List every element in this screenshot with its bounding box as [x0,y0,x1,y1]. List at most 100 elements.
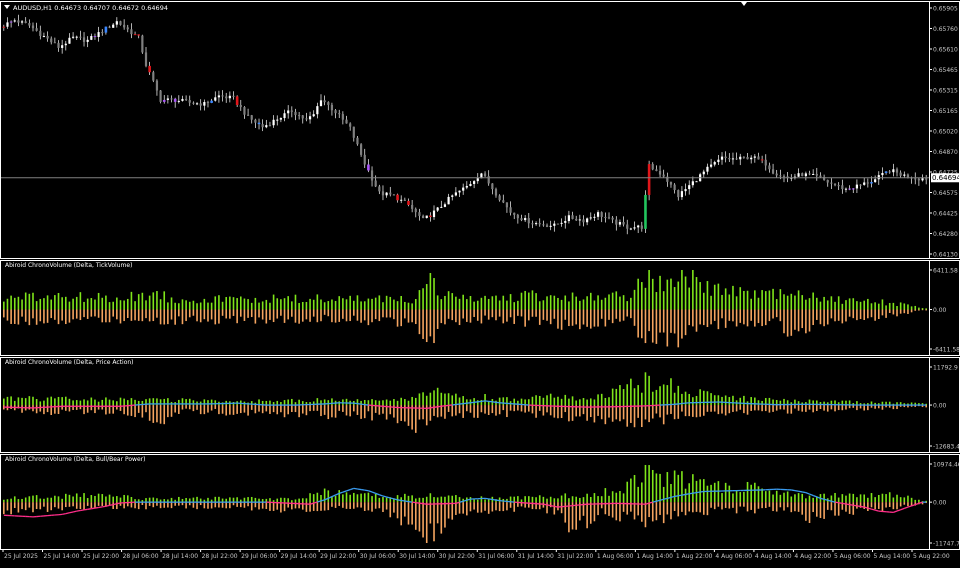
delta-down-bar [499,502,501,511]
time-tick-label: 25 Jul 22:00 [83,553,119,560]
tick-volume-title: Abiroid ChronoVolume (Delta, TickVolume) [5,262,132,269]
scroll-marker-icon[interactable] [741,2,747,6]
delta-up-bar [32,397,34,405]
delta-up-bar [419,498,421,502]
candle [816,168,818,181]
delta-up-bar [641,393,643,405]
delta-up-bar [120,398,122,405]
delta-down-bar [43,310,45,324]
delta-down-bar [149,405,151,421]
delta-down-bar [280,405,282,412]
delta-down-bar [320,405,322,416]
delta-up-bar [823,297,825,310]
delta-down-bar [528,310,530,321]
candle [123,19,125,29]
delta-down-bar [564,310,566,320]
delta-up-bar [466,299,468,309]
delta-down-bar [827,405,829,412]
delta-up-bar [543,398,545,405]
delta-up-bar [608,496,610,502]
delta-line-segment [412,502,416,503]
delta-up-bar [335,496,337,502]
delta-up-bar [18,297,20,310]
delta-down-bar [379,502,381,508]
price-pane[interactable]: 0.659050.657600.656100.654650.653150.651… [1,2,960,258]
delta-up-bar [101,494,103,502]
delta-line-segment [551,506,555,507]
delta-down-bar [430,310,432,337]
delta-up-bar [120,300,122,309]
delta-down-bar [554,502,556,514]
indicator-pane-price-action[interactable]: 11792.90.00-12683.42 Abiroid ChronoVolum… [3,359,960,450]
delta-down-bar [918,310,920,311]
price-candles [3,15,928,235]
delta-up-bar [233,498,235,502]
candle [520,215,522,221]
delta-down-bar [196,405,198,410]
delta-line-segment [110,505,114,506]
delta-down-bar [189,310,191,318]
delta-down-bar [196,310,198,322]
delta-down-bar [160,502,162,508]
candle [200,99,202,110]
delta-down-bar [386,502,388,509]
indicator-pane-tick-volume[interactable]: 6411.580.00-6411.58 Abiroid ChronoVolume… [3,262,960,353]
delta-up-bar [623,493,625,502]
delta-up-bar [554,296,556,310]
candle [819,172,821,177]
delta-up-bar [502,397,504,405]
delta-up-bar [874,302,876,309]
delta-down-bar [346,310,348,322]
delta-up-bar [769,290,771,309]
candle [331,103,333,116]
delta-up-bar [94,300,96,310]
delta-up-bar [3,399,5,406]
delta-down-bar [214,310,216,325]
delta-down-bar [907,502,909,506]
delta-down-bar [80,502,82,509]
delta-down-bar [645,502,647,527]
time-tick-label: 4 Aug 22:00 [794,553,831,560]
delta-up-bar [561,300,563,310]
delta-down-bar [368,502,370,510]
delta-up-bar [681,471,683,502]
delta-up-bar [564,493,566,502]
chart-menu-icon[interactable] [4,5,10,9]
delta-up-bar [430,393,432,405]
delta-up-bar [419,393,421,405]
delta-up-bar [327,301,329,309]
delta-down-bar [852,502,854,515]
candle [670,182,672,188]
delta-up-bar [856,497,858,502]
delta-down-bar [295,405,297,412]
delta-up-bar [7,397,9,405]
delta-up-bar [101,400,103,405]
delta-down-bar [98,310,100,318]
delta-down-bar [167,405,169,417]
delta-up-bar [659,276,661,310]
delta-down-bar [663,502,665,523]
delta-down-bar [816,310,818,320]
delta-up-bar [564,296,566,310]
price-action-bars [3,372,927,433]
candle [728,153,730,162]
delta-line-segment [77,511,81,512]
delta-up-bar [608,294,610,309]
candle [838,182,840,190]
delta-up-bar [375,494,377,502]
delta-down-bar [185,502,187,508]
delta-up-bar [375,400,377,405]
delta-down-bar [710,502,712,508]
delta-up-bar [21,398,23,405]
delta-up-bar [790,497,792,503]
mt4-chart-window[interactable]: 0.659050.657600.656100.654650.653150.651… [0,0,960,564]
delta-down-bar [411,405,413,429]
delta-up-bar [703,293,705,310]
candle [119,21,121,26]
delta-down-bar [758,310,760,324]
delta-up-bar [878,495,880,502]
delta-down-bar [568,405,570,421]
indicator-pane-bull-bear-power[interactable]: 10974.460.00-11747.72 Abiroid ChronoVolu… [3,456,960,547]
delta-down-bar [131,310,133,321]
candle [706,164,708,175]
